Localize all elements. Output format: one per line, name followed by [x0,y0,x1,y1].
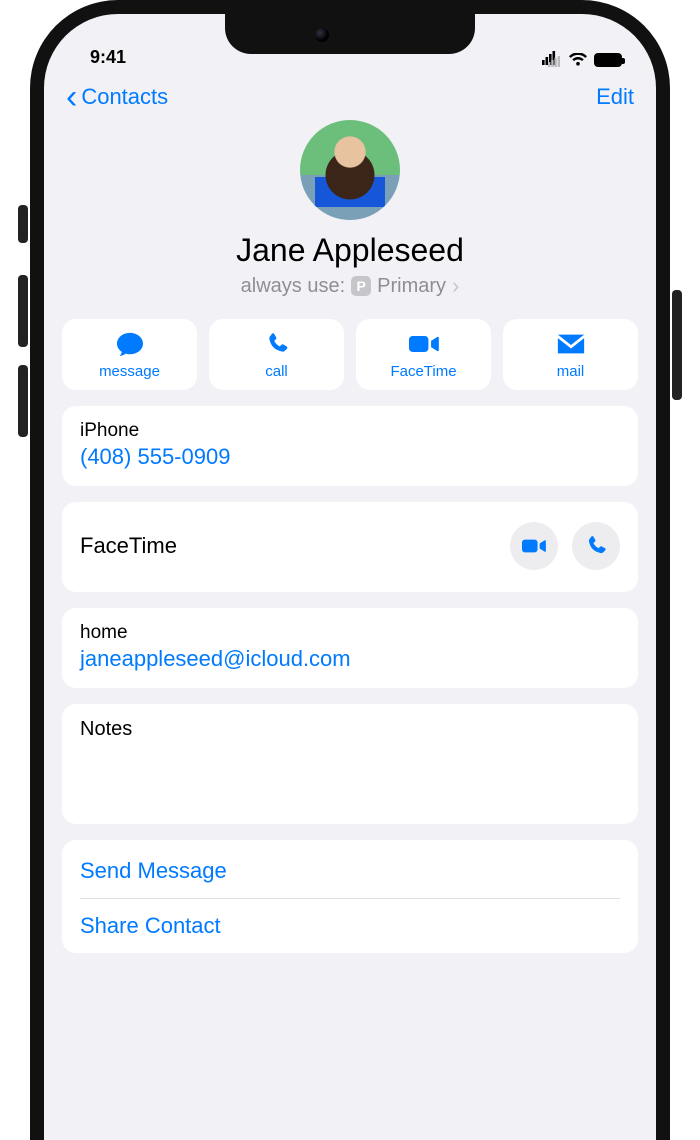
message-button[interactable]: message [62,319,197,390]
contact-name: Jane Appleseed [44,232,656,269]
notes-label: Notes [80,718,620,741]
chevron-left-icon: ‹ [66,86,77,108]
share-contact-link[interactable]: Share Contact [80,899,620,953]
battery-icon [594,53,622,67]
back-button[interactable]: ‹ Contacts [66,84,168,110]
facetime-card: FaceTime [62,502,638,592]
always-use-prefix: always use: [241,275,346,298]
email-label: home [80,622,620,644]
facetime-video-button[interactable] [510,522,558,570]
call-button[interactable]: call [209,319,344,390]
status-time: 9:41 [90,47,126,68]
mail-button[interactable]: mail [503,319,638,390]
call-label: call [265,363,288,380]
back-label: Contacts [81,84,168,110]
phone-value: (408) 555-0909 [80,444,620,470]
notes-card[interactable]: Notes [62,704,638,824]
facetime-audio-button[interactable] [572,522,620,570]
dual-sim-icon [542,51,562,67]
phone-label: iPhone [80,420,620,442]
phone-icon [584,534,608,558]
message-label: message [99,363,160,380]
message-icon [115,331,145,357]
wifi-icon [568,53,588,67]
edit-button[interactable]: Edit [596,84,634,110]
phone-icon [262,331,292,357]
always-use-row[interactable]: always use: P Primary › [44,273,656,299]
video-icon [409,331,439,357]
chevron-right-icon: › [452,273,459,299]
sim-badge-icon: P [351,276,371,296]
mail-icon [556,331,586,357]
contact-avatar[interactable] [300,120,400,220]
facetime-button[interactable]: FaceTime [356,319,491,390]
actions-list-card: Send Message Share Contact [62,840,638,953]
send-message-link[interactable]: Send Message [80,844,620,898]
device-notch [225,14,475,54]
email-card[interactable]: home janeappleseed@icloud.com [62,608,638,688]
video-icon [522,534,546,558]
always-use-value: Primary [377,275,446,298]
facetime-label: FaceTime [390,363,456,380]
email-value: janeappleseed@icloud.com [80,646,620,672]
mail-label: mail [557,363,585,380]
phone-card[interactable]: iPhone (408) 555-0909 [62,406,638,486]
facetime-card-label: FaceTime [80,533,177,559]
phone-frame: 9:41 ‹ Contacts Edit Jane A [30,0,670,1140]
